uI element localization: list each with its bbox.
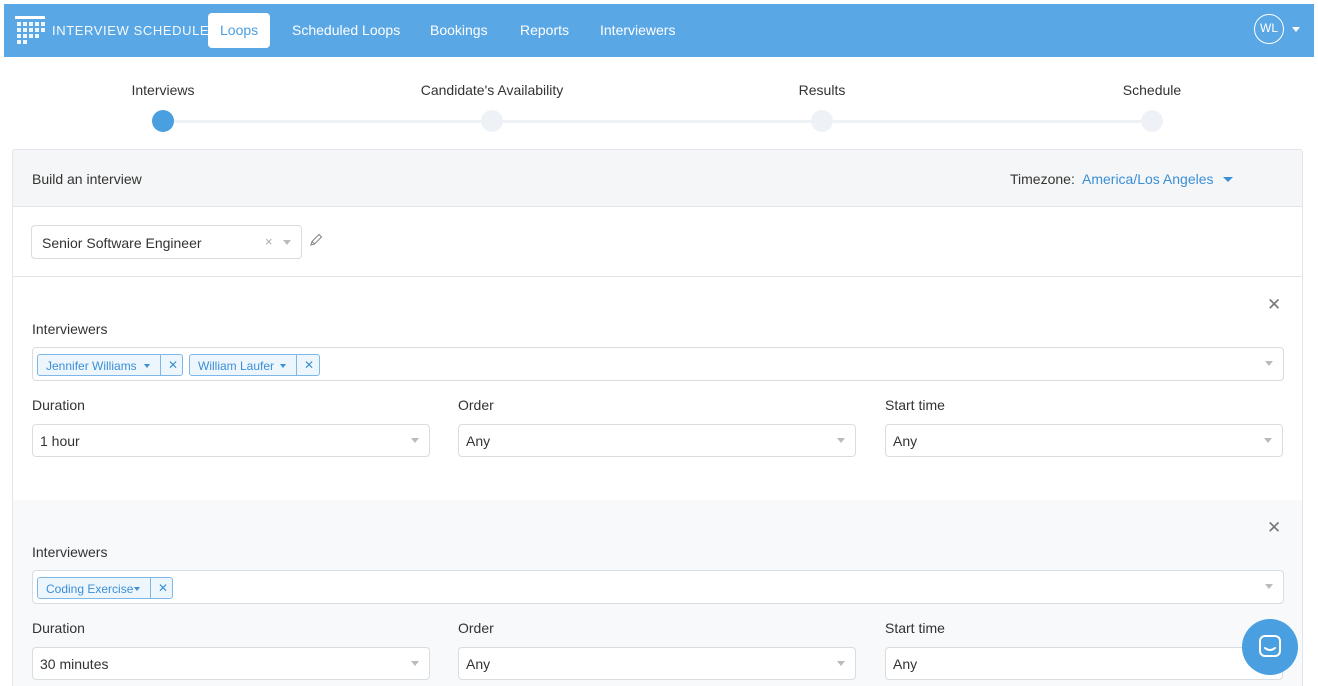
interviewer-tag-label: Jennifer Williams [46, 359, 137, 373]
order-label: Order [458, 620, 494, 636]
order-value: Any [466, 656, 491, 672]
duration-label: Duration [32, 397, 85, 413]
start-time-value: Any [893, 656, 918, 672]
duration-value: 30 minutes [40, 656, 109, 672]
order-label: Order [458, 397, 494, 413]
chevron-down-icon[interactable] [411, 438, 419, 443]
calendar-grid-icon [15, 16, 45, 44]
step-dot-schedule[interactable] [1141, 110, 1163, 132]
template-value: Senior Software Engineer [42, 235, 202, 251]
step-dot-results[interactable] [811, 110, 833, 132]
start-time-value: Any [893, 433, 918, 449]
chat-icon [1259, 635, 1281, 657]
step-dot-interviews[interactable] [152, 110, 174, 132]
close-icon[interactable]: ✕ [1267, 518, 1281, 538]
interview-section: ✕ Interviewers Coding Exercise ✕ Duratio… [13, 500, 1302, 686]
user-avatar[interactable]: WL [1254, 14, 1284, 44]
chat-launcher-button[interactable] [1242, 619, 1298, 675]
order-select[interactable]: Any [458, 424, 856, 457]
card-title: Build an interview [32, 171, 142, 187]
nav-loops[interactable]: Loops [208, 13, 271, 48]
duration-label: Duration [32, 620, 85, 636]
interview-builder-card: Build an interview Timezone: America/Los… [12, 149, 1303, 686]
timezone-select[interactable]: America/Los Angeles [1082, 171, 1214, 187]
chevron-down-icon[interactable] [283, 240, 291, 245]
step-dot-availability[interactable] [481, 110, 503, 132]
remove-tag-icon[interactable]: ✕ [304, 358, 314, 372]
tag-divider [160, 355, 161, 375]
duration-select[interactable]: 30 minutes [32, 647, 430, 680]
chevron-down-icon[interactable] [134, 587, 140, 591]
tag-divider [150, 578, 151, 598]
interview-section: ✕ Interviewers Jennifer Williams ✕ Willi… [13, 277, 1302, 500]
nav-interviewers[interactable]: Interviewers [588, 13, 687, 48]
interviewers-label: Interviewers [32, 321, 108, 337]
chevron-down-icon[interactable] [1223, 177, 1233, 182]
timezone-label: Timezone: [1010, 171, 1075, 187]
card-header: Build an interview Timezone: America/Los… [13, 150, 1302, 207]
chevron-down-icon[interactable] [144, 364, 150, 368]
remove-tag-icon[interactable]: ✕ [158, 581, 168, 595]
nav-scheduled-loops[interactable]: Scheduled Loops [280, 13, 412, 48]
chevron-down-icon[interactable] [1292, 27, 1300, 32]
chevron-down-icon[interactable] [837, 438, 845, 443]
start-time-select[interactable]: Any [885, 424, 1283, 457]
interviewer-tag[interactable]: Coding Exercise ✕ [37, 577, 173, 599]
interviewer-tag-label: Coding Exercise [46, 582, 134, 596]
interview-template-select[interactable]: Senior Software Engineer × [31, 225, 302, 259]
nav-reports[interactable]: Reports [508, 13, 581, 48]
tag-divider [296, 355, 297, 375]
interviewer-tag[interactable]: William Laufer ✕ [189, 354, 320, 376]
interviewers-multiselect[interactable]: Jennifer Williams ✕ William Laufer ✕ [32, 347, 1284, 381]
app-brand: INTERVIEW SCHEDULE [52, 23, 210, 38]
step-label-schedule: Schedule [1122, 82, 1182, 98]
chevron-down-icon[interactable] [1265, 584, 1273, 589]
interviewer-tag[interactable]: Jennifer Williams ✕ [37, 354, 183, 376]
pencil-icon[interactable] [309, 233, 323, 247]
chevron-down-icon[interactable] [280, 364, 286, 368]
duration-select[interactable]: 1 hour [32, 424, 430, 457]
step-label-availability: Candidate's Availability [420, 82, 564, 98]
chevron-down-icon[interactable] [1264, 438, 1272, 443]
nav-bookings[interactable]: Bookings [418, 13, 500, 48]
start-time-select[interactable]: Any [885, 647, 1283, 680]
step-label-interviews: Interviews [131, 82, 195, 98]
interviewers-multiselect[interactable]: Coding Exercise ✕ [32, 570, 1284, 604]
interviewer-tag-label: William Laufer [198, 359, 275, 373]
interviewers-label: Interviewers [32, 544, 108, 560]
top-navbar: INTERVIEW SCHEDULE Loops Scheduled Loops… [4, 4, 1314, 57]
duration-value: 1 hour [40, 433, 80, 449]
step-label-results: Results [798, 82, 846, 98]
order-value: Any [466, 433, 491, 449]
stepper-track [163, 120, 1153, 123]
chevron-down-icon[interactable] [837, 661, 845, 666]
chevron-down-icon[interactable] [411, 661, 419, 666]
start-time-label: Start time [885, 620, 945, 636]
clear-icon[interactable]: × [265, 234, 273, 249]
remove-tag-icon[interactable]: ✕ [168, 358, 178, 372]
close-icon[interactable]: ✕ [1267, 295, 1281, 315]
order-select[interactable]: Any [458, 647, 856, 680]
start-time-label: Start time [885, 397, 945, 413]
chevron-down-icon[interactable] [1265, 361, 1273, 366]
